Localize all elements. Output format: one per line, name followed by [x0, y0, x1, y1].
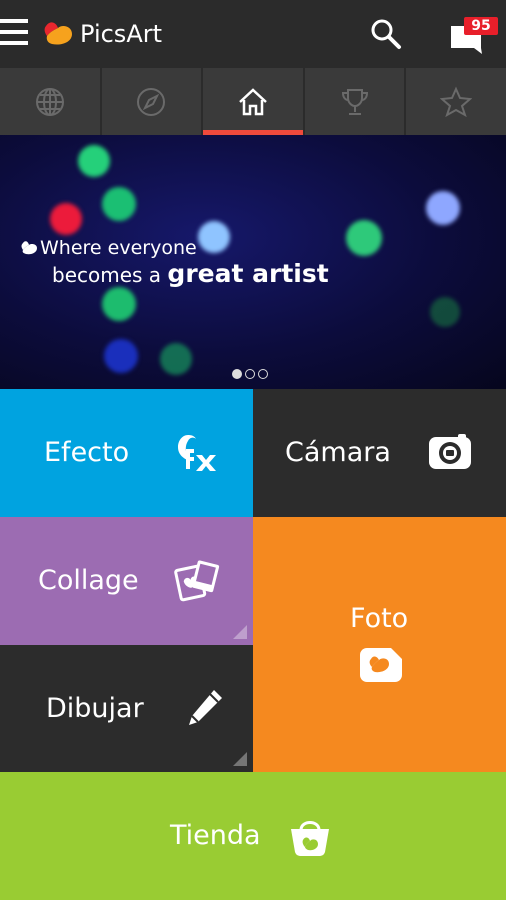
draw-label: Dibujar [46, 693, 144, 724]
tab-discover[interactable] [102, 68, 204, 135]
banner-tagline-bold: great artist [167, 259, 329, 288]
home-icon [239, 87, 267, 115]
app-title: PicsArt [80, 20, 163, 48]
bokeh-light [104, 339, 138, 373]
tab-contests[interactable] [305, 68, 407, 135]
globe-icon [35, 87, 64, 116]
tab-home[interactable] [203, 68, 305, 135]
fx-icon [178, 435, 216, 471]
camera-label: Cámara [285, 437, 391, 468]
photo-tile[interactable]: Foto [253, 517, 506, 772]
tab-explore[interactable] [0, 68, 102, 135]
bokeh-light [346, 220, 382, 256]
shop-tile[interactable]: Tienda [0, 772, 506, 900]
pencil-icon [189, 690, 222, 725]
effect-label: Efecto [44, 437, 130, 468]
tab-bar [0, 68, 506, 135]
notification-badge[interactable]: 95 [464, 17, 498, 35]
trophy-icon [341, 88, 368, 115]
bokeh-light [50, 203, 82, 235]
collage-label: Collage [38, 565, 139, 596]
banner-tagline-prefix: becomes a [52, 263, 168, 287]
shopping-basket-icon [291, 821, 329, 856]
bokeh-light [426, 191, 460, 225]
tab-favorites[interactable] [406, 68, 506, 135]
tile-corner-indicator [233, 625, 247, 639]
bokeh-light [78, 145, 110, 177]
star-icon [440, 86, 473, 117]
menu-icon[interactable] [0, 19, 28, 49]
bokeh-light [102, 187, 136, 221]
photo-icon [360, 648, 402, 682]
bokeh-light [430, 297, 460, 327]
tile-corner-indicator [233, 752, 247, 766]
banner-tagline-line2: becomes a great artist [52, 259, 329, 288]
carousel-indicator [232, 369, 268, 379]
shop-label: Tienda [170, 820, 261, 851]
carousel-dot[interactable] [232, 369, 242, 379]
search-icon[interactable] [370, 18, 402, 50]
collage-icon [174, 560, 220, 602]
bokeh-light [198, 221, 230, 253]
bokeh-light [102, 287, 136, 321]
top-app-bar: PicsArt 95 [0, 0, 506, 68]
banner-tagline-line1: Where everyone [40, 237, 197, 259]
photo-label: Foto [350, 603, 409, 634]
picsart-logo-small-icon [21, 241, 37, 255]
promo-banner[interactable]: Where everyone becomes a great artist [0, 135, 506, 389]
compass-icon [137, 87, 166, 116]
bokeh-light [160, 343, 192, 375]
carousel-dot[interactable] [245, 369, 255, 379]
picsart-logo-icon [44, 22, 72, 45]
carousel-dot[interactable] [258, 369, 268, 379]
camera-icon [429, 434, 471, 469]
